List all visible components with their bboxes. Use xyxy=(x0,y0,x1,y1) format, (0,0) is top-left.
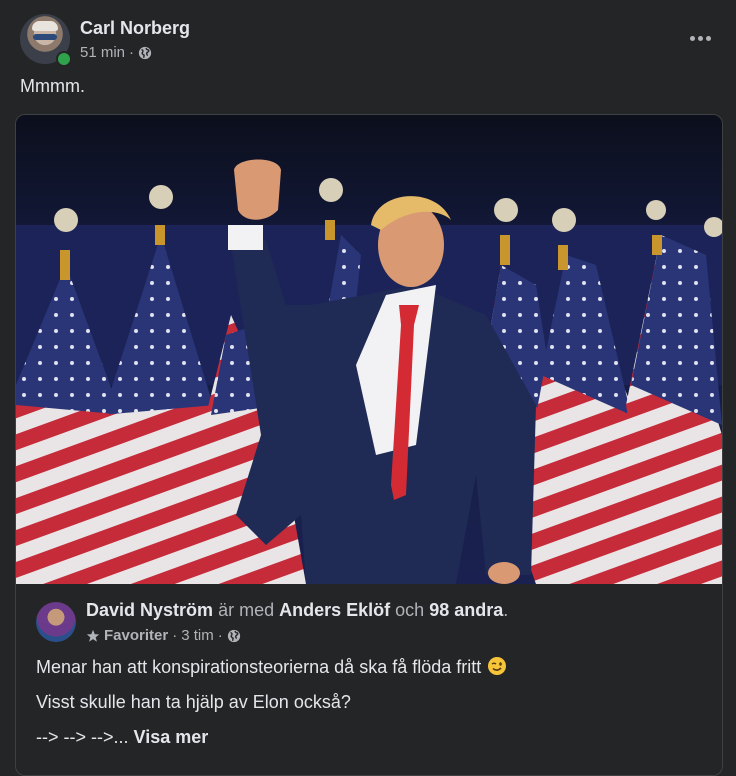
shared-text-line-2: Visst skulle han ta hjälp av Elon också? xyxy=(36,692,351,712)
shared-text-3: --> --> -->... xyxy=(36,727,129,747)
winking-face-icon xyxy=(488,657,507,675)
with-word: är med xyxy=(218,600,275,620)
post-time[interactable]: 51 min xyxy=(80,44,125,61)
shared-time[interactable]: 3 tim xyxy=(181,627,214,644)
see-more-link[interactable]: Visa mer xyxy=(134,727,209,747)
author-name[interactable]: Carl Norberg xyxy=(80,18,190,39)
more-options-button[interactable] xyxy=(682,26,718,50)
tagged-person[interactable]: Anders Eklöf xyxy=(279,600,390,620)
shared-author-name[interactable]: David Nyström xyxy=(86,600,213,620)
meta-separator: · xyxy=(172,627,178,644)
avatar-glasses xyxy=(33,34,57,40)
post-header: Carl Norberg 51 min · xyxy=(20,14,720,67)
shared-photo[interactable] xyxy=(16,115,722,584)
and-word: och xyxy=(395,600,425,620)
more-dot xyxy=(705,35,711,41)
others-link[interactable]: 98 andra xyxy=(429,600,503,620)
shared-post-card[interactable]: David Nyström är med Anders Eklöf och 98… xyxy=(15,114,723,776)
globe-icon[interactable] xyxy=(138,46,152,60)
shared-meta: Favoriter · 3 tim · xyxy=(86,627,241,644)
shared-text-line-1: Menar han att konspirationsteorierna då … xyxy=(36,656,507,678)
shared-header: David Nyström är med Anders Eklöf och 98… xyxy=(86,600,508,621)
more-horizontal-icon xyxy=(689,35,695,41)
online-status-indicator xyxy=(56,51,72,67)
avatar-hair xyxy=(32,21,58,31)
post-text: Mmmm. xyxy=(20,76,85,96)
shared-text-line-3: --> --> -->... Visa mer xyxy=(36,727,208,748)
shared-author-avatar[interactable] xyxy=(36,602,76,642)
favorites-label[interactable]: Favoriter xyxy=(104,627,168,644)
more-dot xyxy=(697,35,703,41)
post-meta: 51 min · xyxy=(80,44,152,61)
header-period: . xyxy=(503,600,509,620)
star-icon xyxy=(86,629,100,642)
meta-separator: · xyxy=(129,44,135,61)
meta-separator: · xyxy=(217,627,223,644)
shared-text-1: Menar han att konspirationsteorierna då … xyxy=(36,657,482,677)
globe-icon[interactable] xyxy=(227,629,241,643)
